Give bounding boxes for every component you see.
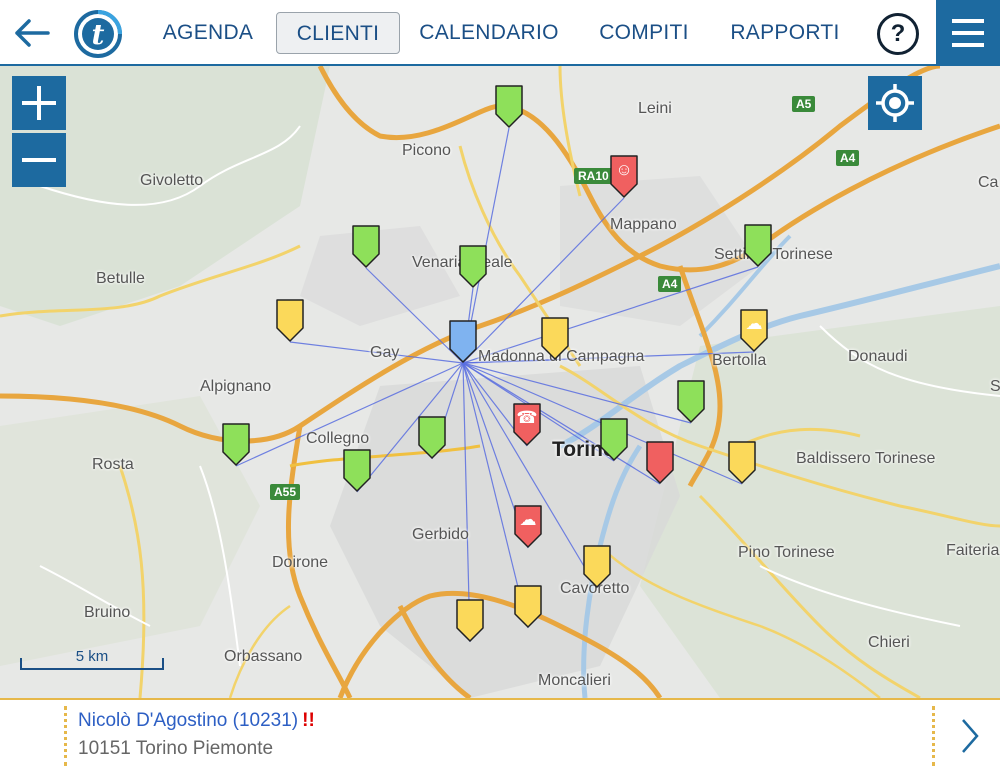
customer-pin-green[interactable] (342, 448, 372, 492)
smile-icon: ☺ (615, 160, 633, 179)
top-navigation-bar: t AGENDA CLIENTI CALENDARIO COMPITI RAPP… (0, 0, 1000, 66)
place-label: Givoletto (140, 172, 204, 189)
customer-pin-green[interactable] (351, 224, 381, 268)
map-scale: 5 km (20, 636, 164, 670)
customer-pin-red[interactable]: ☺ (609, 154, 639, 198)
selected-customer-panel[interactable]: Nicolò D'Agostino (10231)!! 10151 Torino… (0, 698, 1000, 769)
hamburger-menu-button[interactable] (936, 0, 1000, 66)
app-window: t AGENDA CLIENTI CALENDARIO COMPITI RAPP… (0, 0, 1000, 769)
customer-address: 10151 Torino Piemonte (78, 738, 274, 759)
customer-name: Nicolò D'Agostino (10231) (78, 710, 299, 731)
cloud-icon: ☁ (519, 510, 537, 529)
logo-letter: t (92, 18, 105, 51)
locate-me-button[interactable] (868, 76, 922, 130)
menu-line (952, 43, 984, 47)
scale-bar (20, 658, 164, 670)
customer-pin-red[interactable]: ☎ (512, 402, 542, 446)
place-label: Leini (638, 100, 672, 117)
road-shield: A4 (658, 276, 682, 292)
place-label: Chieri (868, 634, 910, 651)
arrow-left-icon (15, 19, 50, 47)
customer-pin-yellow[interactable] (582, 544, 612, 588)
crosshair-icon (876, 84, 914, 122)
app-logo: t (72, 9, 124, 59)
place-label: Faiteria (946, 542, 1000, 559)
map-view[interactable]: Leini Picono Givoletto Mappano Venaria R… (0, 66, 1000, 698)
place-label: Settimo Torinese (714, 246, 833, 263)
current-location-pin[interactable] (448, 319, 478, 363)
customer-pin-green[interactable] (599, 417, 629, 461)
back-button[interactable] (10, 12, 54, 54)
tab-calendario[interactable]: CALENDARIO (418, 12, 560, 54)
customer-pin-green[interactable] (494, 84, 524, 128)
place-label: Doirone (272, 554, 329, 571)
tab-compiti[interactable]: COMPITI (592, 12, 696, 54)
road-shield: A4 (836, 150, 860, 166)
menu-line (952, 31, 984, 35)
chevron-right-icon (962, 719, 979, 753)
customer-pin-red[interactable]: ☁ (513, 504, 543, 548)
place-label: Gay (370, 344, 400, 361)
place-label: Moncalieri (538, 672, 611, 689)
tab-clienti[interactable]: CLIENTI (276, 12, 400, 54)
help-button[interactable]: ? (877, 13, 919, 55)
place-label: Bertolla (712, 352, 767, 369)
priority-flag: !! (302, 710, 315, 731)
place-label: S (990, 378, 1000, 395)
place-label: Baldissero Torinese (796, 450, 936, 467)
customer-pin-yellow[interactable] (727, 440, 757, 484)
customer-pin-green[interactable] (743, 223, 773, 267)
customer-pin-green[interactable] (676, 379, 706, 423)
road-shield: RA10 (574, 168, 613, 184)
place-label: Orbassano (224, 648, 303, 665)
place-label: Betulle (96, 270, 145, 287)
customer-pin-green[interactable] (221, 422, 251, 466)
place-label: Rosta (92, 456, 134, 473)
place-label: Picono (402, 142, 451, 159)
customer-pin-yellow[interactable] (275, 298, 305, 342)
menu-line (952, 19, 984, 23)
place-label: Alpignano (200, 378, 272, 395)
customer-pin-green[interactable] (458, 244, 488, 288)
customer-pin-red[interactable] (645, 440, 675, 484)
customer-pin-yellow[interactable] (513, 584, 543, 628)
place-label: Gerbido (412, 526, 469, 543)
cloud-icon: ☁ (745, 314, 763, 333)
next-button[interactable] (950, 712, 990, 760)
road-shield: A5 (792, 96, 816, 112)
phone-icon: ☎ (516, 408, 538, 427)
place-label: Pino Torinese (738, 544, 835, 561)
tab-agenda[interactable]: AGENDA (158, 12, 258, 54)
tab-rapporti[interactable]: RAPPORTI (728, 12, 842, 54)
plus-icon-vertical (37, 86, 41, 120)
place-label: Ca (978, 174, 999, 191)
customer-name-line[interactable]: Nicolò D'Agostino (10231)!! (78, 710, 315, 732)
divider (64, 706, 67, 766)
place-label: Collegno (306, 430, 370, 447)
customer-pin-green[interactable] (417, 415, 447, 459)
minus-icon (22, 158, 56, 162)
road-shield: A55 (270, 484, 301, 500)
customer-pin-yellow[interactable]: ☁ (739, 308, 769, 352)
place-label: Bruino (84, 604, 131, 621)
zoom-out-button[interactable] (12, 133, 66, 187)
customer-pin-yellow[interactable] (455, 598, 485, 642)
zoom-in-button[interactable] (12, 76, 66, 130)
place-label: Mappano (610, 216, 677, 233)
divider (932, 706, 935, 766)
customer-pin-yellow[interactable] (540, 316, 570, 360)
place-label: Donaudi (848, 348, 908, 365)
